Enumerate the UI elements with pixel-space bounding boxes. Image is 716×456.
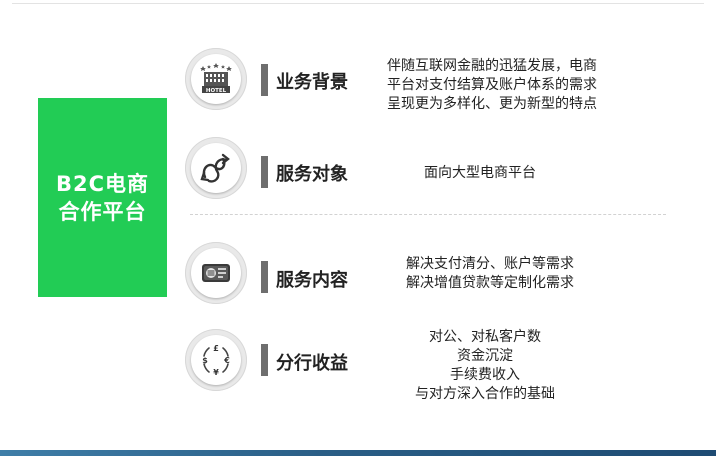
platform-title-box: B2C电商 合作平台 [38,98,167,297]
row-label: 服务对象 [276,164,348,185]
pound-symbol: £ [213,344,219,353]
card-reader-icon-badge [185,242,247,304]
desc-line: 面向大型电商平台 [424,165,536,181]
euro-symbol: € [223,356,230,365]
currency-exchange-icon: £ $ € ¥ [202,344,230,377]
hotel-icon-badge: HOTEL [185,48,247,110]
row-description: 伴随互联网金融的迅猛发展，电商 平台对支付结算及账户体系的需求 呈现更为多样化、… [371,57,613,114]
desc-line: 伴随互联网金融的迅猛发展，电商 [387,58,597,74]
desc-line: 对公、对私客户数 [429,329,541,345]
row-label: 服务内容 [276,270,348,291]
label-marker-bar [261,64,268,96]
currency-exchange-icon-badge: £ $ € ¥ [185,329,247,391]
dollar-symbol: $ [202,356,208,365]
desc-line: 手续费收入 [450,367,520,383]
bottom-accent-bar [0,450,716,456]
section-divider [190,214,666,215]
row-description: 对公、对私客户数 资金沉淀 手续费收入 与对方深入合作的基础 [395,328,575,404]
desc-line: 资金沉淀 [457,348,513,364]
platform-title-line2: 合作平台 [58,199,147,224]
desc-line: 平台对支付结算及账户体系的需求 [387,77,597,93]
yen-symbol: ¥ [213,368,219,377]
hotel-icon: HOTEL [200,63,232,94]
desc-line: 呈现更为多样化、更为新型的特点 [387,96,597,112]
top-divider [12,3,704,4]
hotel-sign-text: HOTEL [206,88,227,94]
platform-title-line1: B2C电商 [55,171,150,196]
label-marker-bar [261,344,268,376]
desc-line: 解决支付清分、账户等需求 [406,256,574,272]
row-description: 解决支付清分、账户等需求 解决增值贷款等定制化需求 [386,255,594,293]
row-description: 面向大型电商平台 [400,164,560,183]
row-label: 分行收益 [276,353,348,374]
desc-line: 解决增值贷款等定制化需求 [406,275,574,291]
label-marker-bar [261,261,268,293]
label-marker-bar [261,156,268,188]
card-reader-icon [202,264,230,282]
row-label: 业务背景 [276,72,348,93]
intertwined-arrows-icon [200,153,230,183]
desc-line: 与对方深入合作的基础 [415,386,555,402]
intertwined-arrows-icon-badge [185,137,247,199]
